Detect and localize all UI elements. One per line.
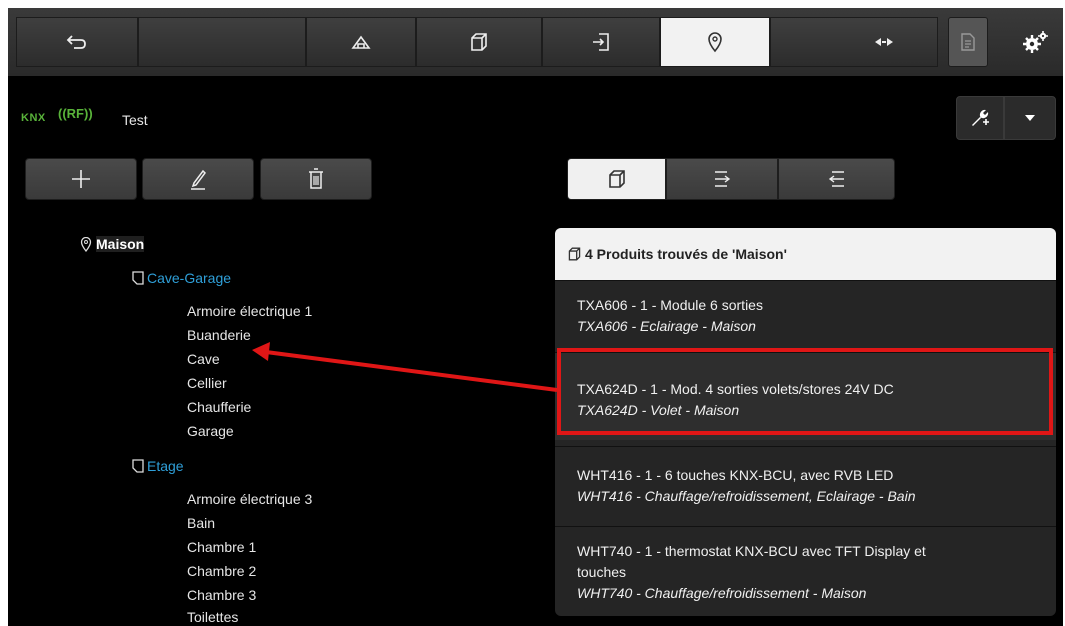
app-screen: KNX ((RF)) Test Maison Cave-Garage Armoi… [8,8,1063,626]
annotation-arrow [252,342,558,392]
